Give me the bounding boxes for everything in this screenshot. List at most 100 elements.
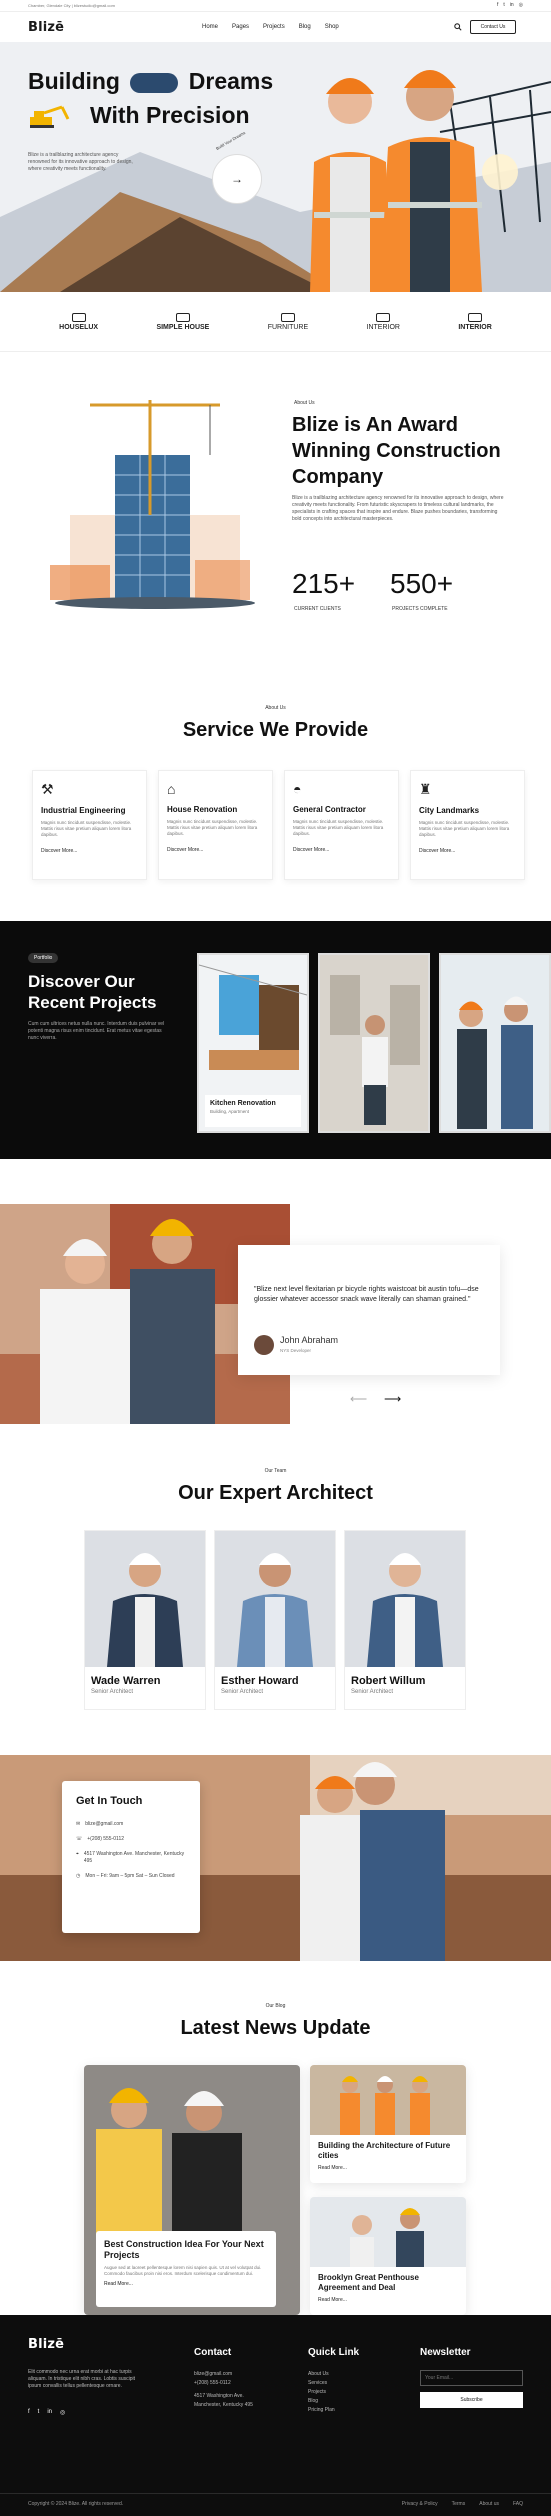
- nav-link-pages[interactable]: Pages: [232, 24, 249, 30]
- nav-link-home[interactable]: Home: [202, 24, 218, 30]
- contact-email: blize@gmail.com: [85, 1821, 124, 1827]
- about-title-line: Blize is An Award: [292, 414, 458, 436]
- team-member-photo: [85, 1531, 205, 1667]
- prev-arrow-icon[interactable]: ⟵: [350, 1392, 367, 1406]
- nav-link-blog[interactable]: Blog: [299, 24, 311, 30]
- discover-more-link[interactable]: Discover More...: [167, 847, 264, 853]
- team-member-card[interactable]: Esther Howard Senior Architect: [214, 1530, 336, 1710]
- nav-link-projects[interactable]: Projects: [263, 24, 285, 30]
- about-description: Blize is a trailblazing architecture age…: [292, 495, 504, 522]
- instagram-icon[interactable]: ◎: [60, 2409, 65, 2416]
- footer-contact-heading: Contact: [194, 2347, 232, 2358]
- footer-link[interactable]: Services: [308, 2379, 359, 2388]
- brand-name: INTERIOR: [366, 323, 400, 331]
- stat-projects-value: 550+: [390, 568, 454, 599]
- twitter-icon[interactable]: t: [503, 2, 504, 8]
- workers-image: [441, 955, 549, 1131]
- facebook-icon[interactable]: f: [497, 2, 498, 8]
- service-desc: Magnis nunc tincidunt suspendisse, moles…: [419, 820, 510, 837]
- brand-mark-icon: [468, 312, 483, 322]
- service-title: City Landmarks: [419, 806, 480, 815]
- news-header: Our Blog Latest News Update: [0, 2003, 551, 2040]
- location-icon: ⌖: [76, 1851, 79, 1857]
- newsletter-email-input[interactable]: [420, 2370, 523, 2386]
- footer-link[interactable]: Projects: [308, 2388, 359, 2397]
- service-title: General Contractor: [293, 805, 366, 814]
- footer-link[interactable]: Blog: [308, 2397, 359, 2406]
- footer-bottom-link[interactable]: About us: [479, 2501, 499, 2507]
- brand-logo: FURNITURE: [268, 312, 308, 331]
- contact-phone-row[interactable]: ☏ +(208) 555-0112: [76, 1836, 186, 1843]
- news-title: Latest News Update: [180, 2017, 371, 2039]
- project-card[interactable]: [318, 953, 430, 1133]
- discover-more-link[interactable]: Discover More...: [293, 847, 390, 853]
- subscribe-button[interactable]: Subscribe: [420, 2392, 523, 2408]
- hero-title-word: Dreams: [188, 68, 274, 94]
- footer: Blizē Elit commodo nec urna erat morbi a…: [0, 2315, 551, 2516]
- nav-link-shop[interactable]: Shop: [325, 24, 339, 30]
- instagram-icon[interactable]: ◎: [519, 2, 523, 8]
- project-card-title: Kitchen Renovation: [210, 1100, 276, 1107]
- about-title-line: Company: [292, 466, 384, 488]
- service-desc: Magnis nunc tincidunt suspendisse, moles…: [293, 819, 384, 836]
- service-card[interactable]: ⚒ Industrial Engineering Magnis nunc tin…: [32, 770, 147, 880]
- team-title: Our Expert Architect: [178, 1482, 373, 1504]
- facebook-icon[interactable]: f: [28, 2409, 30, 2416]
- search-icon[interactable]: [454, 23, 462, 31]
- team-member-card[interactable]: Wade Warren Senior Architect: [84, 1530, 206, 1710]
- news-side-card[interactable]: Brooklyn Great Penthouse Agreement and D…: [310, 2197, 466, 2315]
- avatar: [254, 1335, 274, 1355]
- house-icon: ⌂: [167, 781, 176, 797]
- footer-bottom-link[interactable]: Privacy & Policy: [402, 2501, 438, 2507]
- footer-bottom-link[interactable]: Terms: [452, 2501, 466, 2507]
- contact-email-row[interactable]: ✉ blize@gmail.com: [76, 1821, 186, 1828]
- news-side-card[interactable]: Building the Architecture of Future citi…: [310, 2065, 466, 2183]
- about-title-line: Winning Construction: [292, 440, 501, 462]
- footer-link[interactable]: Pricing Plan: [308, 2406, 359, 2415]
- hero-description: Blize is a trailblazing architecture age…: [28, 152, 133, 172]
- contact-address-row: ⌖ 4517 Washington Ave. Manchester, Kentuc…: [76, 1851, 186, 1865]
- service-card[interactable]: ◓ General Contractor Magnis nunc tincidu…: [284, 770, 399, 880]
- news-side-image: [310, 2197, 466, 2267]
- news-main-card[interactable]: Best Construction Idea For Your Next Pro…: [84, 2065, 300, 2315]
- read-more-link[interactable]: Read More...: [318, 2297, 458, 2303]
- brand-mark-icon: [280, 312, 295, 322]
- hero-title-word: Building: [28, 68, 120, 94]
- discover-more-link[interactable]: Discover More...: [419, 848, 516, 854]
- linkedin-icon[interactable]: in: [47, 2409, 52, 2416]
- service-desc: Magnis nunc tincidunt suspendisse, moles…: [41, 820, 132, 837]
- logo[interactable]: Blizē: [28, 20, 64, 35]
- projects-description: Cum cum ultrices netus nulla nunc. Inter…: [28, 1021, 165, 1041]
- read-more-link[interactable]: Read More...: [104, 2281, 268, 2287]
- footer-contact-phone[interactable]: +(208) 555-0112: [194, 2379, 253, 2388]
- navbar: Blizē Home Pages Projects Blog Shop Cont…: [0, 12, 551, 42]
- service-card[interactable]: ⌂ House Renovation Magnis nunc tincidunt…: [158, 770, 273, 880]
- service-card[interactable]: ♜ City Landmarks Magnis nunc tincidunt s…: [410, 770, 525, 880]
- landmark-icon: ♜: [419, 781, 432, 797]
- team-member-card[interactable]: Robert Willum Senior Architect: [344, 1530, 466, 1710]
- crane-icon: ⚒: [41, 781, 54, 797]
- news-side-title: Building the Architecture of Future citi…: [318, 2141, 451, 2160]
- footer-link[interactable]: About Us: [308, 2370, 359, 2379]
- team-member-role: Senior Architect: [221, 1689, 264, 1695]
- footer-bottom-link[interactable]: FAQ: [513, 2501, 523, 2507]
- footer-logo[interactable]: Blizē: [28, 2337, 64, 2352]
- footer-contact-email[interactable]: blize@gmail.com: [194, 2370, 253, 2379]
- brand-mark-icon: [71, 312, 86, 322]
- linkedin-icon[interactable]: in: [510, 2, 514, 8]
- about-tag: About Us: [294, 400, 315, 406]
- arrow-right-icon: →: [231, 172, 243, 186]
- discover-more-link[interactable]: Discover More...: [41, 848, 138, 854]
- footer-divider: [0, 2493, 551, 2494]
- read-more-link[interactable]: Read More...: [318, 2165, 458, 2171]
- footer-newsletter-col: Newsletter Subscribe: [420, 2347, 523, 2408]
- twitter-icon[interactable]: t: [38, 2409, 40, 2416]
- project-card[interactable]: Kitchen Renovation Building, Apartment: [197, 953, 309, 1133]
- news-tag: Our Blog: [265, 2003, 286, 2009]
- testimonial-role: NYS Developer: [280, 1348, 312, 1353]
- contact-us-button[interactable]: Contact Us: [470, 20, 516, 34]
- project-card[interactable]: [439, 953, 551, 1133]
- contact-title: Get In Touch: [76, 1795, 143, 1807]
- next-arrow-icon[interactable]: ⟶: [384, 1392, 401, 1406]
- stamp-badge[interactable]: →: [212, 154, 262, 204]
